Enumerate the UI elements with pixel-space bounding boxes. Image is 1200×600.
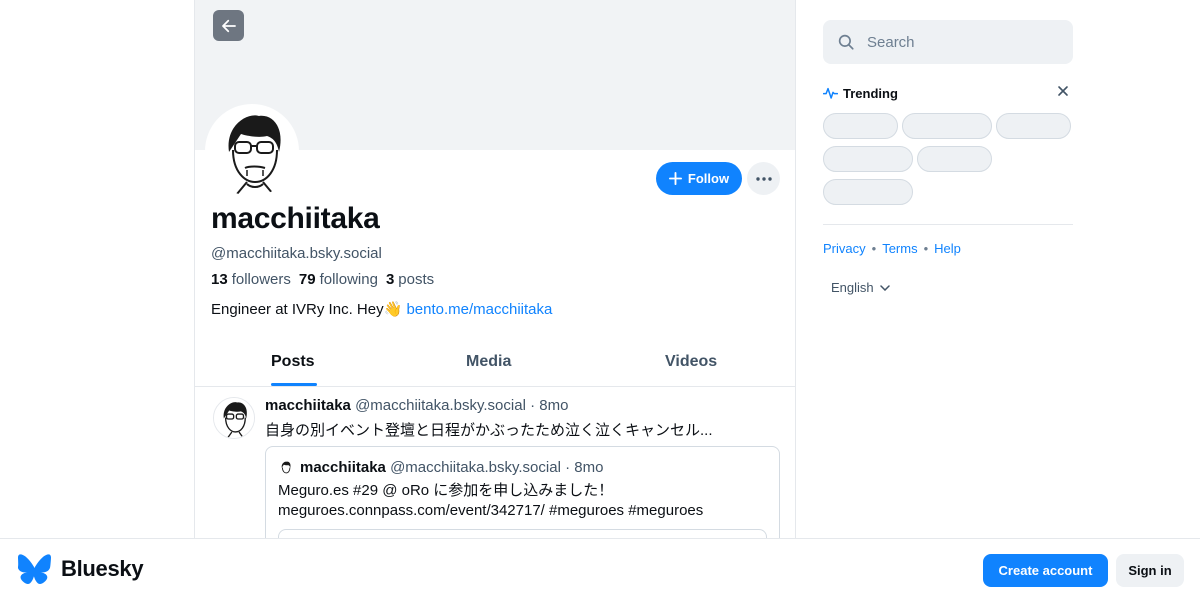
create-account-button[interactable]: Create account xyxy=(983,554,1108,587)
following-stat[interactable]: 79 following xyxy=(299,271,378,288)
quoted-post-separator: · xyxy=(565,459,571,476)
post-author-handle[interactable]: @macchiitaka.bsky.social xyxy=(355,397,526,414)
avatar-illustration xyxy=(278,460,294,476)
back-button[interactable] xyxy=(213,10,244,41)
following-count: 79 xyxy=(298,271,316,288)
profile-handle: @macchiitaka.bsky.social xyxy=(211,245,382,262)
quoted-post-line-2: meguroes.connpass.com/event/342717/ #meg… xyxy=(278,502,704,519)
search-input[interactable] xyxy=(865,32,1055,52)
tab-media[interactable]: Media xyxy=(466,338,511,386)
posts-label: posts xyxy=(398,271,435,288)
quoted-post-timestamp: 8mo xyxy=(574,459,604,476)
language-selector[interactable]: English xyxy=(831,280,890,295)
avatar-illustration xyxy=(214,398,254,438)
post-timestamp[interactable]: 8mo xyxy=(539,397,568,414)
trending-pill-placeholder xyxy=(902,113,992,139)
followers-stat[interactable]: 13 followers xyxy=(211,271,291,288)
brand-name: Bluesky xyxy=(61,556,144,581)
sign-in-button[interactable]: Sign in xyxy=(1116,554,1184,587)
follow-button-label: Follow xyxy=(687,171,730,186)
profile-tabs: Posts Media Videos xyxy=(195,338,795,387)
trending-icon xyxy=(823,87,838,99)
trending-pill-placeholder xyxy=(996,113,1071,139)
quoted-post-header: macchiitaka @macchiitaka.bsky.social · 8… xyxy=(300,459,603,476)
profile-column: Follow macchiitaka @macchiitaka.bsky.soc… xyxy=(194,0,796,600)
trending-close-button[interactable] xyxy=(1057,85,1069,100)
sidebar-divider xyxy=(823,224,1073,225)
quoted-post-author: macchiitaka xyxy=(300,459,386,476)
post-header: macchiitaka @macchiitaka.bsky.social · 8… xyxy=(265,397,568,414)
search-icon xyxy=(838,34,854,50)
feed-post[interactable]: macchiitaka @macchiitaka.bsky.social · 8… xyxy=(195,387,795,559)
post-author-avatar[interactable] xyxy=(213,397,255,439)
tab-videos[interactable]: Videos xyxy=(665,338,717,386)
bluesky-logo[interactable]: Bluesky xyxy=(18,554,144,584)
language-label: English xyxy=(831,280,874,295)
trending-pill-placeholder xyxy=(823,113,898,139)
butterfly-icon xyxy=(18,554,51,584)
profile-bio: Engineer at IVRy Inc. Hey👋 bento.me/macc… xyxy=(211,300,552,318)
active-tab-indicator xyxy=(271,383,317,386)
privacy-link[interactable]: Privacy xyxy=(823,241,866,256)
search-box[interactable] xyxy=(823,20,1073,64)
footer-links: Privacy • Terms • Help xyxy=(823,241,961,256)
chevron-down-icon xyxy=(879,284,890,291)
bottom-signup-bar: Bluesky Create account Sign in xyxy=(0,538,1200,600)
link-separator: • xyxy=(871,241,877,256)
bio-link[interactable]: bento.me/macchiitaka xyxy=(406,301,552,318)
quoted-post-handle: @macchiitaka.bsky.social xyxy=(390,459,561,476)
posts-count: 3 xyxy=(385,271,395,288)
bio-text: Engineer at IVRy Inc. Hey👋 xyxy=(211,301,407,318)
post-author-name[interactable]: macchiitaka xyxy=(265,397,351,414)
quoted-post-line-1: Meguro.es #29 @ oRo に参加を申し込みました！ xyxy=(278,482,614,499)
terms-link[interactable]: Terms xyxy=(882,241,917,256)
trending-title: Trending xyxy=(843,85,898,101)
arrow-left-icon xyxy=(221,19,236,32)
plus-icon xyxy=(668,172,682,185)
tab-posts[interactable]: Posts xyxy=(271,338,315,386)
following-label: following xyxy=(319,271,378,288)
profile-display-name: macchiitaka xyxy=(211,202,380,235)
help-link[interactable]: Help xyxy=(934,241,961,256)
followers-label: followers xyxy=(231,271,291,288)
trending-pill-placeholder xyxy=(917,146,992,172)
trending-pill-placeholder xyxy=(823,179,913,205)
posts-stat: 3 posts xyxy=(386,271,434,288)
post-text: 自身の別イベント登壇と日程がかぶったため泣く泣くキャンセル... xyxy=(265,422,713,439)
more-options-button[interactable] xyxy=(747,162,780,195)
quoted-post-text: Meguro.es #29 @ oRo に参加を申し込みました！ meguroe… xyxy=(278,481,703,521)
ellipsis-icon xyxy=(755,176,772,181)
follow-button[interactable]: Follow xyxy=(656,162,742,195)
close-icon xyxy=(1058,86,1068,96)
trending-pill-placeholder xyxy=(823,146,913,172)
avatar-illustration xyxy=(207,106,297,196)
quoted-post-avatar xyxy=(278,460,294,476)
link-separator: • xyxy=(923,241,929,256)
followers-count: 13 xyxy=(211,271,228,288)
post-separator: · xyxy=(530,397,536,414)
profile-stats: 13 followers 79 following 3 posts xyxy=(211,271,434,288)
profile-avatar[interactable] xyxy=(205,104,299,198)
trending-header: Trending xyxy=(823,84,1073,102)
